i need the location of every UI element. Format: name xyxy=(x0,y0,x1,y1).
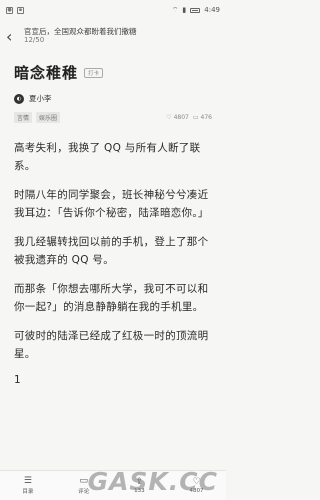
author-row[interactable]: ◐ 夏小李 xyxy=(0,83,226,104)
paragraph: 而那条「你想去哪所大学，我可不可以和你一起?」的消息静静躺在我的手机里。 xyxy=(14,283,209,313)
list-icon: ☰ xyxy=(23,476,32,486)
app-icon: ▪ xyxy=(17,6,24,14)
paragraph: 我几经辗转找回以前的手机，登上了那个被我遗弃的 QQ 号。 xyxy=(14,236,209,266)
section-number: 1 xyxy=(14,374,21,386)
likes-stat[interactable]: ♡ 4807 xyxy=(166,114,189,121)
comment-button[interactable]: ▭ 评论 xyxy=(78,476,89,495)
comments-count: 476 xyxy=(200,114,212,121)
wifi-icon: ⌔ xyxy=(171,5,179,14)
comment-icon: ▭ xyxy=(192,114,199,121)
signal-icon: ▮ xyxy=(182,6,187,14)
nav-title: 官宣后，全国观众都盼着我们撒糖 xyxy=(24,26,137,36)
nav-text: 官宣后，全国观众都盼着我们撒糖 12/50 xyxy=(24,27,137,45)
avatar: ◐ xyxy=(14,93,24,104)
battery-icon xyxy=(190,7,201,13)
tag-romance[interactable]: 言情 xyxy=(14,112,33,123)
status-left: ● ▪ xyxy=(6,6,24,14)
chapter-title: 暗念稚稚 xyxy=(14,64,79,82)
comment-icon: ▭ xyxy=(79,476,89,486)
bottom-bar: ☰ 目录 ▭ 评论 ⇪ 133 ♡ 4807 xyxy=(0,470,226,500)
notification-icon: ● xyxy=(6,6,13,14)
like-icon: ♡ xyxy=(192,477,201,487)
status-right: ⌔ ▮ 4:49 xyxy=(172,6,220,15)
catalog-button[interactable]: ☰ 目录 xyxy=(22,476,33,495)
comments-stat[interactable]: ▭ 476 xyxy=(193,114,212,121)
like-button[interactable]: ♡ 4807 xyxy=(190,477,204,494)
status-time: 4:49 xyxy=(204,6,220,14)
like-count: 4807 xyxy=(189,488,204,494)
author-name[interactable]: 夏小李 xyxy=(29,93,52,104)
paragraph: 可彼时的陆泽已经成了红极一时的顶流明星。 xyxy=(14,330,209,360)
heart-icon: ♡ xyxy=(166,114,172,121)
back-arrow-icon[interactable]: ‹ xyxy=(6,27,24,46)
chapter-title-row: 暗念稚稚 打卡 xyxy=(0,52,226,83)
nav-progress: 12/50 xyxy=(24,36,45,45)
tag-entertainment[interactable]: 娱乐圈 xyxy=(36,112,61,123)
share-button[interactable]: ⇪ 133 xyxy=(134,477,145,494)
likes-count: 4807 xyxy=(173,114,189,121)
nav-bar: ‹ 官宣后，全国观众都盼着我们撒糖 12/50 xyxy=(0,20,226,52)
paragraph: 高考失利，我换了 QQ 与所有人断了联系。 xyxy=(14,142,201,172)
share-count: 133 xyxy=(134,488,145,494)
share-icon: ⇪ xyxy=(135,477,144,487)
catalog-label: 目录 xyxy=(22,489,34,495)
checkin-badge[interactable]: 打卡 xyxy=(84,67,104,78)
status-bar: ● ▪ ⌔ ▮ 4:49 xyxy=(0,0,226,20)
comment-label: 评论 xyxy=(78,489,90,495)
paragraph: 时隔八年的同学聚会，班长神秘兮兮凑近我耳边：「告诉你个秘密，陆泽暗恋你。」 xyxy=(14,189,209,219)
meta-row: 言情 娱乐圈 ♡ 4807 ▭ 476 xyxy=(0,104,226,123)
article-content: 高考失利，我换了 QQ 与所有人断了联系。 时隔八年的同学聚会，班长神秘兮兮凑近… xyxy=(0,123,226,386)
